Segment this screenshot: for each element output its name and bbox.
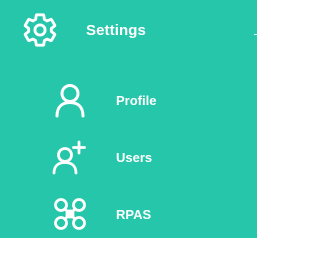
gear-icon — [20, 10, 60, 50]
settings-menu-panel: Settings Profile Users RPAS — [0, 0, 257, 238]
menu-item-label: Profile — [116, 92, 157, 108]
drone-icon — [50, 194, 90, 234]
menu-item-users[interactable]: Users — [50, 137, 152, 177]
menu-item-label: Users — [116, 149, 153, 165]
menu-item-rpas[interactable]: RPAS — [50, 194, 151, 234]
menu-item-label: RPAS — [116, 206, 152, 222]
settings-menu-header[interactable]: Settings — [20, 10, 146, 50]
person-icon — [50, 80, 90, 120]
settings-label: Settings — [86, 21, 146, 39]
panel-edge-divider — [254, 34, 257, 35]
menu-item-profile[interactable]: Profile — [50, 80, 156, 120]
add-user-icon — [50, 137, 90, 177]
